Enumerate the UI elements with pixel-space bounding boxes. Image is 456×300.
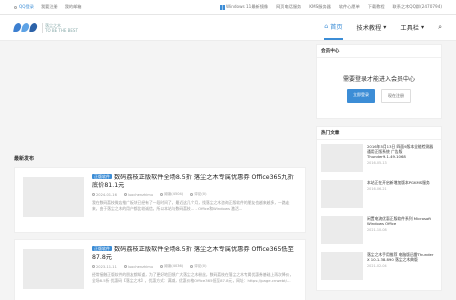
register-button[interactable]: 现在注册 (381, 88, 411, 103)
kms-link[interactable]: KMS服务器 (309, 4, 331, 10)
site-header: 落尘之木 TO BE THE BEST ⌂ 首页 技术教程 ▾ 工具栏 ▾ ⌕ (0, 15, 456, 41)
post-title[interactable]: 正版软件 数码荔枝正版软件全场8.5折 落尘之木专属优惠券 Office365九折… (92, 174, 297, 190)
hot-article-title[interactable]: 闲置电流优惠正版软件系列 Microsoft Windows Office (367, 216, 437, 226)
user-icon (123, 265, 127, 268)
post-author[interactable]: luochenzhimu (123, 264, 153, 269)
post-excerpt: 经常接触正版软件的朋友都知道，为了更好地回馈广大落尘之木粉丝，数码荔枝在落尘之木… (92, 272, 294, 283)
post-meta: 2023-11-11 luochenzhimu 阅读(4036) 评论(0) (92, 264, 297, 269)
hot-article-item[interactable]: 本站正在开启新增加版本PGKMS服务 2016-06-21 (321, 180, 437, 210)
nav-tutorials[interactable]: 技术教程 ▾ (357, 15, 387, 40)
register-link[interactable]: 我要注册 (41, 4, 58, 10)
post-author[interactable]: luochenzhimu (123, 192, 153, 197)
hot-article-item[interactable]: 落尘之木手用推荐 电脑版迅雷Thunder X 10.1.38.890 落尘之木… (321, 252, 437, 282)
logo-mark-icon (13, 23, 38, 32)
hot-article-title[interactable]: 本站正在开启新增加版本PGKMS服务 (367, 180, 437, 185)
web-phone-link[interactable]: 网页电话服务 (276, 4, 301, 10)
download-tutorial-link[interactable]: 下载教程 (368, 4, 385, 10)
post-date: 2024-01-16 (92, 192, 117, 197)
post-card[interactable]: 正版软件 数码荔枝正版软件全场8.5折 落尘之木专属优惠券 Office365低至… (14, 239, 306, 300)
category-tag[interactable]: 正版软件 (92, 246, 112, 251)
home-icon: ⌂ (324, 23, 329, 30)
nav-tools[interactable]: 工具栏 ▾ (400, 15, 424, 40)
hot-article-date: 2016-05-13 (367, 161, 387, 165)
post-thumbnail[interactable] (23, 249, 84, 289)
page: QQ登录 我要注册 我的邮箱 Windows 11最新镜像 网页电话服务 KMS… (0, 0, 456, 300)
user-icon (123, 193, 127, 196)
post-meta: 2024-01-16 luochenzhimu 阅读(4504) 评论(0) (92, 192, 297, 197)
post-excerpt: 我在数码荔枝微店推广板块已经有了一段时间了，最近这几个月，找落尘之木咨询正版软件… (92, 200, 290, 211)
hot-article-date: 2016-06-21 (367, 187, 387, 191)
eye-icon (160, 265, 164, 268)
qq-group-link[interactable]: 联系之木QQ群(2470794) (393, 4, 442, 10)
wishlist-link[interactable]: 软件心愿单 (339, 4, 360, 10)
post-thumbnail[interactable] (23, 177, 84, 217)
eye-icon (160, 193, 164, 196)
main-content: 最新发布 正版软件 数码荔枝正版软件全场8.5折 落尘之木专属优惠券 Office… (14, 41, 306, 300)
category-tag[interactable]: 正版软件 (92, 174, 112, 179)
nav-home[interactable]: ⌂ 首页 (324, 15, 343, 40)
logo-slogan: TO BE THE BEST (45, 27, 78, 33)
hot-article-thumbnail[interactable] (321, 216, 363, 244)
windows11-link[interactable]: Windows 11最新镜像 (219, 4, 268, 10)
hot-article-date: 2021-10-08 (367, 228, 387, 232)
qq-login-link[interactable]: QQ登录 (14, 4, 34, 10)
hot-article-thumbnail[interactable] (321, 144, 363, 172)
windows-icon (219, 4, 225, 10)
member-center-widget: 会员中心 需要登录才能进入会员中心 立即登录 现在注册 (316, 44, 442, 119)
hot-article-item[interactable]: 闲置电流优惠正版软件系列 Microsoft Windows Office 202… (321, 216, 437, 246)
comment-icon (190, 265, 194, 268)
widget-title: 热门文章 (317, 127, 441, 140)
mailbox-link[interactable]: 我的邮箱 (65, 4, 82, 10)
main-nav: ⌂ 首页 技术教程 ▾ 工具栏 ▾ ⌕ (324, 15, 442, 40)
post-comments[interactable]: 评论(0) (190, 264, 206, 269)
top-bar: QQ登录 我要注册 我的邮箱 Windows 11最新镜像 网页电话服务 KMS… (0, 0, 456, 15)
post-views: 阅读(4036) (160, 264, 183, 269)
login-button[interactable]: 立即登录 (347, 88, 375, 103)
hot-article-thumbnail[interactable] (321, 252, 363, 280)
widget-title: 会员中心 (317, 45, 441, 58)
search-icon[interactable]: ⌕ (438, 15, 442, 40)
hot-article-title[interactable]: 2016年5月13日 四面9版本全能检测器 通用正版系统 广告版Thunder9… (367, 144, 437, 159)
clock-icon (92, 265, 95, 268)
hot-article-item[interactable]: 2016年5月13日 四面9版本全能检测器 通用正版系统 广告版Thunder9… (321, 144, 437, 174)
member-prompt: 需要登录才能进入会员中心 (342, 75, 415, 83)
post-card[interactable]: 正版软件 数码荔枝正版软件全场8.5折 落尘之木专属优惠券 Office365九折… (14, 167, 306, 233)
hot-article-date: 2021-02-04 (367, 264, 387, 268)
post-comments[interactable]: 评论(0) (190, 192, 206, 197)
site-logo[interactable]: 落尘之木 TO BE THE BEST (13, 22, 78, 33)
section-title: 最新发布 (14, 156, 35, 162)
chevron-down-icon: ▾ (383, 24, 387, 31)
comment-icon (190, 193, 194, 196)
chevron-down-icon: ▾ (420, 24, 425, 31)
post-title[interactable]: 正版软件 数码荔枝正版软件全场8.5折 落尘之木专属优惠券 Office365低至… (92, 246, 297, 262)
hot-article-title[interactable]: 落尘之木手用推荐 电脑版迅雷Thunder X 10.1.38.890 落尘之木… (367, 252, 437, 262)
post-views: 阅读(4504) (160, 192, 183, 197)
banner-area (14, 41, 306, 151)
qq-icon (14, 5, 17, 9)
clock-icon (92, 193, 95, 196)
post-date: 2023-11-11 (92, 264, 117, 269)
sidebar: 会员中心 需要登录才能进入会员中心 立即登录 现在注册 热门文章 2016年5月… (316, 44, 442, 298)
hot-articles-widget: 热门文章 2016年5月13日 四面9版本全能检测器 通用正版系统 广告版Thu… (316, 126, 442, 291)
hot-article-thumbnail[interactable] (321, 180, 363, 208)
